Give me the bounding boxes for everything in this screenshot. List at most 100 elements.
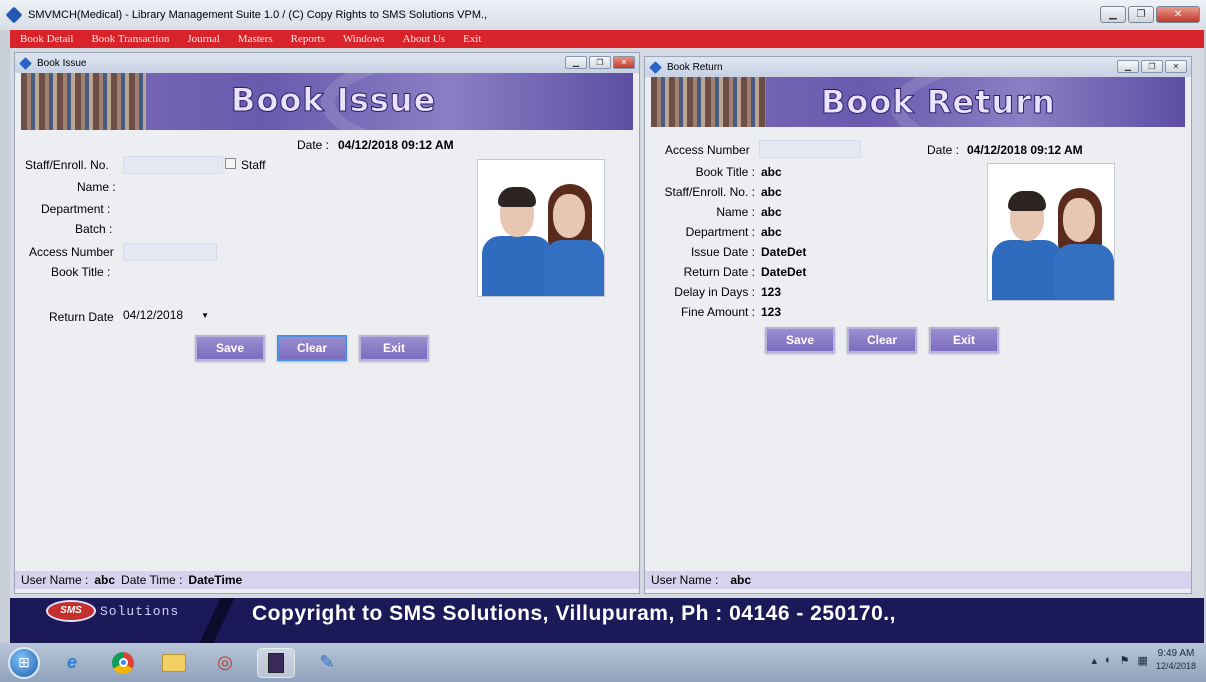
member-photo bbox=[987, 163, 1115, 301]
book-return-window: Book Return ▁ ❐ ✕ Book Return Access Num… bbox=[644, 56, 1192, 594]
internet-explorer-icon[interactable]: e bbox=[53, 648, 91, 678]
clock-date: 12/4/2018 bbox=[1155, 661, 1196, 671]
show-hidden-icons[interactable]: ▴ bbox=[1091, 654, 1097, 667]
app-window-controls: ▁ ❐ ✕ bbox=[1100, 6, 1200, 23]
return-row-label: Name : bbox=[716, 205, 755, 219]
book-title-label: Book Title : bbox=[51, 265, 111, 279]
menu-exit[interactable]: Exit bbox=[463, 33, 481, 45]
return-row-value: abc bbox=[761, 185, 782, 199]
sms-solutions-logo: SMS Solutions bbox=[46, 600, 179, 622]
app-icon bbox=[5, 6, 23, 24]
book-return-close-button[interactable]: ✕ bbox=[1165, 60, 1187, 73]
book-return-save-button[interactable]: Save bbox=[765, 327, 835, 353]
flag-icon[interactable]: ⚑ bbox=[1120, 654, 1130, 667]
library-shelf-image bbox=[651, 77, 766, 127]
status-datetime-label: Date Time : bbox=[121, 573, 183, 587]
book-return-banner-title: Book Return bbox=[821, 83, 1056, 122]
library-shelf-image bbox=[21, 73, 146, 130]
clock[interactable]: 9:49 AM 12/4/2018 bbox=[1156, 647, 1196, 673]
date-label: Date : bbox=[297, 138, 330, 152]
restore-button[interactable]: ❐ bbox=[1128, 6, 1154, 23]
return-row-label: Issue Date : bbox=[690, 245, 755, 259]
access-number-input[interactable] bbox=[123, 243, 217, 261]
batch-label: Batch : bbox=[75, 222, 113, 236]
department-label: Department : bbox=[41, 202, 111, 216]
chrome-icon[interactable] bbox=[104, 648, 142, 678]
app-titlebar: SMVMCH(Medical) - Library Management Sui… bbox=[0, 0, 1206, 30]
book-return-exit-button[interactable]: Exit bbox=[929, 327, 999, 353]
return-row-value: 123 bbox=[761, 305, 782, 319]
book-issue-statusbar: User Name : abc Date Time : DateTime bbox=[15, 571, 639, 589]
staff-checkbox[interactable] bbox=[225, 158, 236, 169]
status-user-label: User Name : bbox=[21, 573, 89, 587]
return-row-value: DateDet bbox=[761, 245, 807, 259]
book-return-minimize-button[interactable]: ▁ bbox=[1117, 60, 1139, 73]
footer-banner: SMS Solutions Copyright to SMS Solutions… bbox=[10, 598, 1204, 643]
book-issue-restore-button[interactable]: ❐ bbox=[589, 56, 611, 69]
start-button[interactable]: ⊞ bbox=[8, 646, 40, 679]
paint-icon[interactable]: ✎ bbox=[308, 648, 346, 678]
return-row-label: Book Title : bbox=[695, 165, 755, 179]
network-tray-icon[interactable]: ▦ bbox=[1138, 654, 1148, 667]
menu-about-us[interactable]: About Us bbox=[403, 33, 445, 45]
menu-windows[interactable]: Windows bbox=[343, 33, 385, 45]
network-icon[interactable]: ◎ bbox=[206, 648, 244, 678]
book-return-restore-button[interactable]: ❐ bbox=[1141, 60, 1163, 73]
menu-journal[interactable]: Journal bbox=[187, 33, 219, 45]
access-number-input[interactable] bbox=[759, 140, 861, 158]
app-title: SMVMCH(Medical) - Library Management Sui… bbox=[28, 9, 488, 21]
book-issue-banner-title: Book Issue bbox=[230, 81, 437, 120]
menu-book-detail[interactable]: Book Detail bbox=[20, 33, 73, 45]
name-label: Name : bbox=[77, 180, 116, 194]
book-issue-banner: Book Issue bbox=[21, 73, 633, 130]
staff-checkbox-label: Staff bbox=[241, 158, 266, 172]
book-issue-clear-button[interactable]: Clear bbox=[277, 335, 347, 361]
access-number-label: Access Number bbox=[29, 245, 114, 259]
system-tray: ▴ ◐ ⚑ ▦ 9:49 AM 12/4/2018 bbox=[1091, 647, 1196, 673]
mdi-workspace: Book Issue ▁ ❐ ✕ Book Issue Date : 04/12… bbox=[10, 48, 1204, 598]
clock-time: 9:49 AM bbox=[1157, 648, 1195, 659]
menu-reports[interactable]: Reports bbox=[291, 33, 325, 45]
book-return-titlebar: Book Return ▁ ❐ ✕ bbox=[645, 57, 1191, 77]
footer-copyright: Copyright to SMS Solutions, Villupuram, … bbox=[252, 602, 896, 625]
book-return-statusbar: User Name : abc bbox=[645, 571, 1191, 589]
menu-book-transaction[interactable]: Book Transaction bbox=[91, 33, 169, 45]
book-issue-exit-button[interactable]: Exit bbox=[359, 335, 429, 361]
return-date-picker[interactable]: 04/12/2018 ▼ bbox=[121, 306, 213, 324]
menu-masters[interactable]: Masters bbox=[238, 33, 273, 45]
book-issue-close-button[interactable]: ✕ bbox=[613, 56, 635, 69]
window-icon bbox=[649, 60, 662, 74]
return-row-label: Return Date : bbox=[683, 265, 755, 279]
close-button[interactable]: ✕ bbox=[1156, 6, 1200, 23]
book-issue-window-title: Book Issue bbox=[37, 57, 87, 69]
female-avatar bbox=[1050, 188, 1114, 300]
sms-logo-text: Solutions bbox=[100, 603, 180, 619]
return-row-label: Department : bbox=[685, 225, 755, 239]
book-return-banner: Book Return bbox=[651, 77, 1185, 127]
return-row-value: abc bbox=[761, 225, 782, 239]
minimize-button[interactable]: ▁ bbox=[1100, 6, 1126, 23]
library-app-icon[interactable] bbox=[257, 647, 295, 678]
footer-divider bbox=[199, 598, 235, 643]
menu-bar: Book Detail Book Transaction Journal Mas… bbox=[10, 30, 1204, 48]
staff-enroll-label: Staff/Enroll. No. bbox=[25, 158, 109, 172]
member-photo bbox=[477, 159, 605, 297]
access-number-label: Access Number bbox=[665, 143, 750, 157]
return-row-label: Delay in Days : bbox=[674, 285, 755, 299]
status-user-value: abc bbox=[730, 573, 752, 587]
book-issue-save-button[interactable]: Save bbox=[195, 335, 265, 361]
status-datetime-value: DateTime bbox=[188, 573, 243, 587]
date-value: 04/12/2018 09:12 AM bbox=[967, 143, 1083, 157]
book-return-clear-button[interactable]: Clear bbox=[847, 327, 917, 353]
book-issue-window: Book Issue ▁ ❐ ✕ Book Issue Date : 04/12… bbox=[14, 52, 640, 594]
book-issue-minimize-button[interactable]: ▁ bbox=[565, 56, 587, 69]
return-row-label: Staff/Enroll. No. : bbox=[664, 185, 756, 199]
status-user-value: abc bbox=[94, 573, 116, 587]
staff-enroll-input[interactable] bbox=[123, 156, 223, 174]
taskbar: ⊞ e ◎ ✎ ▴ ◐ ⚑ ▦ 9:49 AM 12/4/2018 bbox=[0, 643, 1206, 682]
volume-icon[interactable]: ◐ bbox=[1105, 654, 1112, 666]
file-explorer-icon[interactable] bbox=[155, 648, 193, 678]
window-icon bbox=[19, 56, 32, 70]
status-user-label: User Name : bbox=[651, 573, 719, 587]
dropdown-arrow-icon[interactable]: ▼ bbox=[201, 311, 209, 320]
